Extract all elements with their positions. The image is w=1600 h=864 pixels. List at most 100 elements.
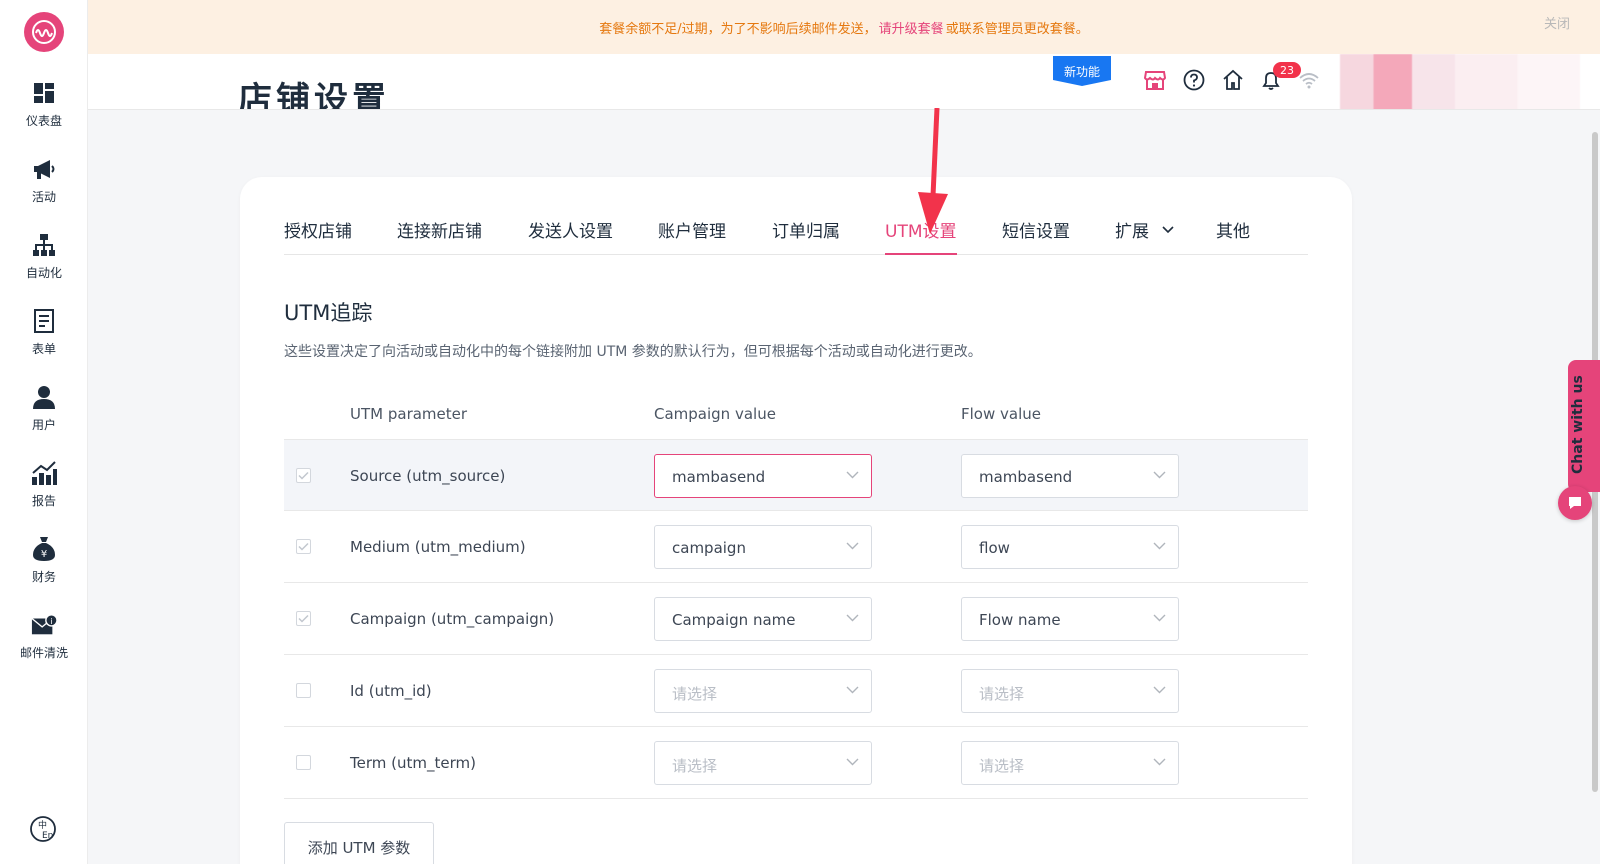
- sidebar-item-label: 财务: [31, 570, 56, 584]
- svg-text:En: En: [42, 831, 53, 841]
- row-checkbox[interactable]: [296, 683, 311, 698]
- settings-card: 授权店铺 连接新店铺 发送人设置 账户管理 订单归属 UTM设置 短信设置 扩展…: [240, 177, 1352, 864]
- sidebar-item-label: 用户: [31, 418, 56, 432]
- select-placeholder: 请选择: [979, 685, 1025, 703]
- home-icon[interactable]: [1221, 68, 1245, 92]
- select-placeholder: 请选择: [672, 685, 718, 703]
- flow-tree-icon: [31, 232, 57, 258]
- select-value: Flow name: [979, 611, 1061, 629]
- add-utm-parameter-button[interactable]: 添加 UTM 参数: [284, 822, 434, 864]
- campaign-value-select[interactable]: Campaign name: [654, 597, 872, 641]
- chevron-down-icon: [1153, 686, 1166, 694]
- flow-value-select[interactable]: 请选择: [961, 669, 1179, 713]
- chevron-down-icon: [1153, 542, 1166, 550]
- language-switch-button[interactable]: 中 En: [28, 814, 58, 844]
- tab-account-management[interactable]: 账户管理: [658, 217, 726, 255]
- report-chart-icon: [31, 460, 57, 486]
- sidebar-item-dashboard[interactable]: 仪表盘: [0, 74, 88, 144]
- check-icon: [298, 542, 309, 551]
- section-description: 这些设置决定了向活动或自动化中的每个链接附加 UTM 参数的默认行为，但可根据每…: [284, 344, 982, 360]
- table-row: Medium (utm_medium) campaign flow: [284, 511, 1308, 583]
- tab-other[interactable]: 其他: [1216, 217, 1250, 255]
- campaign-value-select[interactable]: campaign: [654, 525, 872, 569]
- table-row: Campaign (utm_campaign) Campaign name Fl…: [284, 583, 1308, 655]
- flow-value-select[interactable]: 请选择: [961, 741, 1179, 785]
- top-header: 店铺设置 新功能 23: [88, 54, 1600, 110]
- svg-text:中: 中: [38, 819, 47, 831]
- svg-text:i: i: [50, 616, 52, 626]
- row-checkbox[interactable]: [296, 468, 311, 483]
- flow-value-select[interactable]: mambasend: [961, 454, 1179, 498]
- language-icon: 中 En: [30, 816, 56, 842]
- logo-wave-icon: [32, 20, 56, 44]
- select-placeholder: 请选择: [979, 757, 1025, 775]
- sidebar-item-forms[interactable]: 表单: [0, 302, 88, 372]
- tab-extensions-label: 扩展: [1115, 222, 1149, 242]
- sidebar-item-mail-clean[interactable]: i 邮件清洗: [0, 606, 88, 676]
- tab-sender-settings[interactable]: 发送人设置: [528, 217, 613, 255]
- campaign-value-select[interactable]: 请选择: [654, 669, 872, 713]
- select-placeholder: 请选择: [672, 757, 718, 775]
- wifi-icon: [1297, 68, 1321, 92]
- user-icon: [31, 384, 57, 410]
- table-row: Term (utm_term) 请选择 请选择: [284, 727, 1308, 799]
- user-profile-blurred[interactable]: [1340, 54, 1580, 109]
- column-header-param: UTM parameter: [350, 405, 468, 423]
- chat-icon: [1569, 497, 1581, 509]
- tab-extensions[interactable]: 扩展: [1115, 217, 1174, 255]
- utm-parameter-name: Id (utm_id): [350, 682, 432, 700]
- campaign-value-select[interactable]: mambasend: [654, 454, 872, 498]
- tab-order-attribution[interactable]: 订单归属: [772, 217, 840, 255]
- store-icon[interactable]: [1143, 68, 1167, 92]
- sidebar-item-label: 活动: [31, 190, 56, 204]
- banner-text: 套餐余额不足/过期，为了不影响后续邮件发送，: [599, 21, 877, 37]
- row-checkbox[interactable]: [296, 611, 311, 626]
- sidebar: 仪表盘 活动 自动化 表单 用户 报告 ¥ 财务 i 邮件清洗 中 En: [0, 0, 88, 864]
- select-value: flow: [979, 539, 1010, 557]
- svg-text:¥: ¥: [41, 549, 47, 560]
- help-icon[interactable]: [1182, 68, 1206, 92]
- sidebar-item-label: 邮件清洗: [19, 646, 68, 660]
- chat-with-us-tab[interactable]: Chat with us: [1568, 360, 1600, 492]
- utm-parameter-name: Medium (utm_medium): [350, 538, 526, 556]
- form-icon: [31, 308, 57, 334]
- page-title: 店铺设置: [238, 80, 390, 110]
- sidebar-item-campaigns[interactable]: 活动: [0, 150, 88, 220]
- select-value: mambasend: [979, 468, 1073, 486]
- check-icon: [298, 614, 309, 623]
- row-checkbox[interactable]: [296, 755, 311, 770]
- tab-sms-settings[interactable]: 短信设置: [1002, 217, 1070, 255]
- flow-value-select[interactable]: Flow name: [961, 597, 1179, 641]
- upgrade-plan-link[interactable]: 请升级套餐: [879, 18, 944, 37]
- chevron-down-icon: [846, 614, 859, 622]
- chevron-down-icon: [1162, 226, 1174, 234]
- banner-close-button[interactable]: 关闭: [1544, 13, 1570, 32]
- money-bag-icon: ¥: [31, 536, 57, 562]
- chevron-down-icon: [846, 758, 859, 766]
- utm-parameter-name: Source (utm_source): [350, 467, 506, 485]
- row-checkbox[interactable]: [296, 539, 311, 554]
- app-logo[interactable]: [24, 12, 64, 52]
- flow-value-select[interactable]: flow: [961, 525, 1179, 569]
- banner-text-after: 或联系管理员更改套餐。: [945, 21, 1089, 37]
- select-value: campaign: [672, 539, 746, 557]
- column-header-flow: Flow value: [961, 405, 1041, 423]
- chevron-down-icon: [1153, 758, 1166, 766]
- tab-connect-store[interactable]: 连接新店铺: [397, 217, 482, 255]
- new-feature-badge[interactable]: 新功能: [1053, 56, 1111, 86]
- sidebar-item-finance[interactable]: ¥ 财务: [0, 530, 88, 600]
- sidebar-item-reports[interactable]: 报告: [0, 454, 88, 524]
- sidebar-item-users[interactable]: 用户: [0, 378, 88, 448]
- column-header-campaign: Campaign value: [654, 405, 776, 423]
- megaphone-icon: [31, 156, 57, 182]
- sidebar-item-automation[interactable]: 自动化: [0, 226, 88, 296]
- settings-tabs: 授权店铺 连接新店铺 发送人设置 账户管理 订单归属 UTM设置 短信设置 扩展…: [284, 207, 1308, 255]
- tab-authorized-stores[interactable]: 授权店铺: [284, 217, 352, 255]
- table-row: Id (utm_id) 请选择 请选择: [284, 655, 1308, 727]
- chat-tab-label: Chat with us: [1570, 375, 1586, 474]
- sidebar-item-label: 自动化: [25, 266, 62, 280]
- select-value: Campaign name: [672, 611, 796, 629]
- chat-bubble-button[interactable]: [1558, 486, 1592, 520]
- utm-parameter-name: Campaign (utm_campaign): [350, 610, 555, 628]
- campaign-value-select[interactable]: 请选择: [654, 741, 872, 785]
